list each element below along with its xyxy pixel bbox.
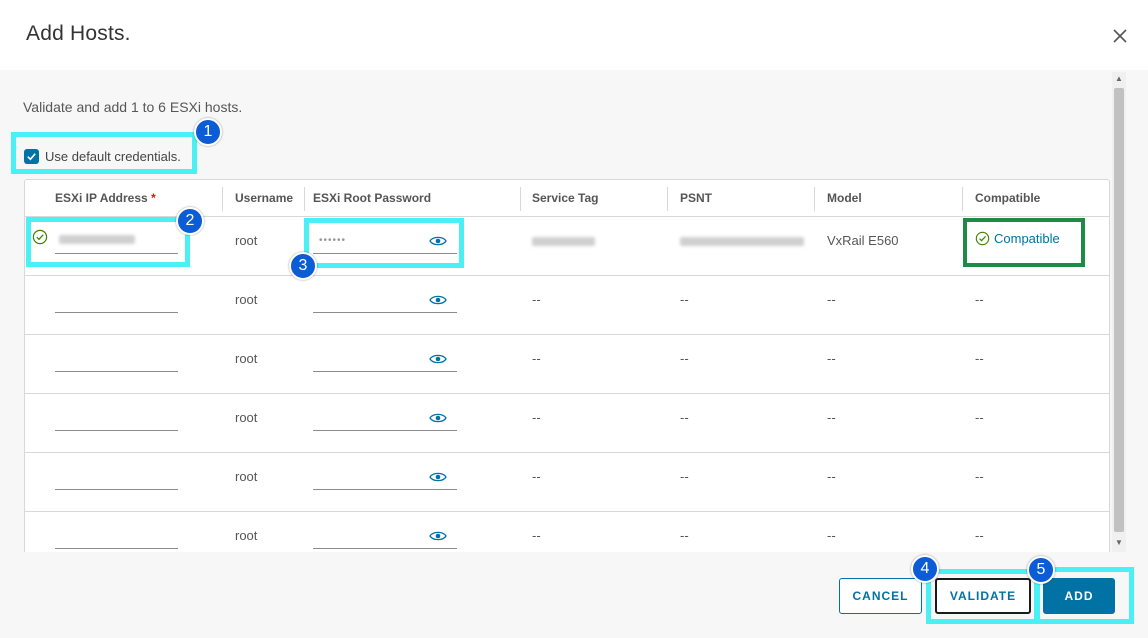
add-hosts-dialog: Add Hosts. Validate and add 1 to 6 ESXi …: [0, 0, 1148, 638]
table-row: root -- -- -- --: [25, 453, 1109, 512]
column-header-compatible: Compatible: [975, 191, 1041, 205]
table-row: root -- -- -- --: [25, 276, 1109, 335]
eye-icon[interactable]: [429, 353, 447, 365]
password-input[interactable]: [313, 524, 425, 548]
username-cell: root: [235, 528, 258, 543]
password-input[interactable]: [313, 406, 425, 430]
cancel-button[interactable]: CANCEL: [839, 578, 922, 614]
compatible-label: Compatible: [994, 231, 1060, 246]
close-icon[interactable]: [1108, 24, 1132, 48]
compatible-cell: --: [975, 469, 984, 484]
compatible-cell: --: [975, 351, 984, 366]
use-default-credentials-checkbox[interactable]: [24, 148, 39, 164]
column-header-username: Username: [235, 191, 294, 205]
ip-input[interactable]: [55, 347, 178, 371]
scrollbar[interactable]: ▲ ▼: [1112, 72, 1126, 552]
add-button[interactable]: ADD: [1043, 578, 1115, 614]
use-default-credentials[interactable]: Use default credentials.: [24, 147, 181, 165]
eye-icon[interactable]: [429, 471, 447, 483]
ip-input[interactable]: [55, 524, 178, 548]
password-input[interactable]: [313, 347, 425, 371]
column-header-password: ESXi Root Password: [313, 191, 432, 205]
password-input[interactable]: [313, 288, 425, 312]
validate-button[interactable]: VALIDATE: [935, 578, 1031, 614]
service-tag-cell: --: [532, 410, 541, 425]
model-cell: --: [827, 469, 836, 484]
dialog-description: Validate and add 1 to 6 ESXi hosts.: [23, 99, 243, 115]
password-input[interactable]: ••••••: [313, 229, 425, 253]
service-tag-value: [532, 237, 595, 246]
service-tag-cell: --: [532, 351, 541, 366]
column-header-service-tag: Service Tag: [532, 191, 599, 205]
scroll-down-icon[interactable]: ▼: [1115, 538, 1123, 547]
dialog-header: Add Hosts.: [0, 0, 1148, 70]
dialog-body: Validate and add 1 to 6 ESXi hosts. Use …: [0, 70, 1148, 552]
use-default-credentials-label: Use default credentials.: [45, 148, 181, 164]
column-header-model: Model: [827, 191, 862, 205]
callout-4: 4: [911, 555, 939, 583]
model-cell: --: [827, 528, 836, 543]
column-header-ip: ESXi IP Address *: [55, 191, 156, 205]
callout-5: 5: [1027, 556, 1055, 584]
username-cell: root: [235, 233, 258, 248]
compatible-cell: --: [975, 292, 984, 307]
callout-3: 3: [289, 252, 317, 280]
model-cell: --: [827, 410, 836, 425]
table-row: root -- -- -- --: [25, 335, 1109, 394]
psnt-cell: --: [680, 351, 689, 366]
scrollbar-thumb[interactable]: [1114, 88, 1124, 532]
ip-input[interactable]: [55, 288, 178, 312]
callout-1: 1: [194, 118, 222, 146]
username-cell: root: [235, 410, 258, 425]
username-cell: root: [235, 469, 258, 484]
check-circle-icon: [32, 229, 48, 245]
psnt-value: [680, 237, 804, 246]
username-cell: root: [235, 292, 258, 307]
eye-icon[interactable]: [429, 530, 447, 542]
model-cell: --: [827, 292, 836, 307]
hosts-table: ESXi IP Address * Username ESXi Root Pas…: [24, 179, 1110, 552]
compatible-cell: --: [975, 410, 984, 425]
table-row: root -- -- -- --: [25, 394, 1109, 453]
ip-input[interactable]: [55, 406, 178, 430]
service-tag-cell: --: [532, 469, 541, 484]
dialog-footer: CANCEL VALIDATE ADD 4 5: [0, 552, 1148, 638]
eye-icon[interactable]: [429, 412, 447, 424]
compatible-status: Compatible: [975, 231, 1060, 246]
checkmark-icon: [27, 152, 36, 160]
ip-input[interactable]: [55, 465, 178, 489]
check-circle-icon: [975, 231, 990, 246]
psnt-cell: --: [680, 469, 689, 484]
compatible-cell: --: [975, 528, 984, 543]
dialog-title: Add Hosts.: [26, 22, 131, 45]
ip-input[interactable]: [55, 229, 178, 253]
eye-icon[interactable]: [429, 235, 447, 247]
psnt-cell: --: [680, 528, 689, 543]
model-cell: --: [827, 351, 836, 366]
psnt-cell: --: [680, 410, 689, 425]
username-cell: root: [235, 351, 258, 366]
scroll-up-icon[interactable]: ▲: [1115, 74, 1123, 83]
table-row: root -- -- -- --: [25, 512, 1109, 552]
eye-icon[interactable]: [429, 294, 447, 306]
psnt-cell: --: [680, 292, 689, 307]
callout-2: 2: [176, 207, 204, 235]
column-header-psnt: PSNT: [680, 191, 713, 205]
service-tag-cell: --: [532, 528, 541, 543]
password-input[interactable]: [313, 465, 425, 489]
service-tag-cell: --: [532, 292, 541, 307]
model-cell: VxRail E560: [827, 233, 899, 248]
